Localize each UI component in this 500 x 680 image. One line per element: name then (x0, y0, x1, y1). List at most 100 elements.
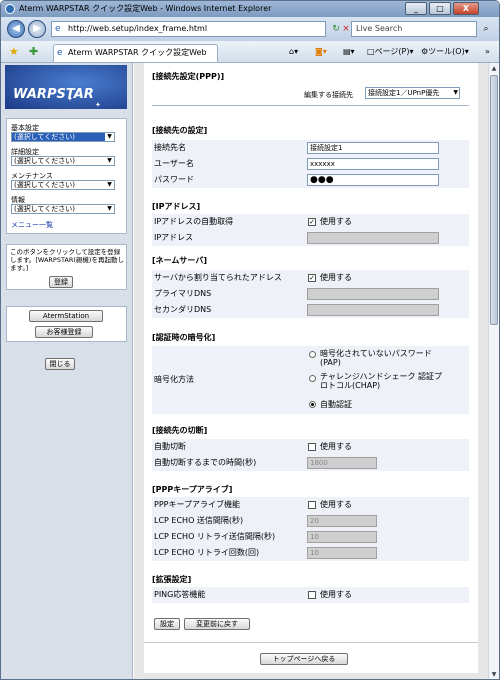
close-window-button[interactable]: X (453, 2, 479, 15)
field-label: 接続先名 (154, 143, 186, 152)
row-primary-dns: プライマリDNS (152, 286, 469, 302)
vertical-scrollbar[interactable]: ▲ ▼ (488, 63, 499, 679)
lcp-retry-count-input[interactable]: 10 (307, 547, 377, 559)
dns-auto-checkbox[interactable]: ✓ (308, 274, 316, 282)
window-title: Aterm WARPSTAR クイック設定Web - Windows Inter… (19, 4, 272, 13)
field-label: LCP ECHO リトライ送信間隔(秒) (154, 532, 276, 541)
menu-box: 基本設定 (選択してください) ▼ 詳細設定 (選択してください) ▼ メンテナンス… (6, 118, 127, 234)
auto-auth-radio[interactable] (309, 401, 316, 408)
menu-select-info[interactable]: (選択してください) ▼ (11, 204, 115, 214)
connection-name-input[interactable]: 接続設定1 (307, 142, 439, 154)
keepalive-checkbox[interactable] (308, 501, 316, 509)
divider (144, 642, 478, 643)
scroll-down-icon[interactable]: ▼ (490, 670, 498, 679)
search-input[interactable]: Live Search (351, 21, 477, 37)
add-favorite-icon[interactable]: ✚ (29, 45, 38, 59)
maximize-button[interactable]: □ (429, 2, 451, 15)
section-title-extended: [拡張設定] (152, 575, 192, 584)
address-field[interactable]: e http://web.setup/index_frame.html (51, 21, 326, 37)
chevron-down-icon: ▼ (105, 205, 114, 213)
menu-select-basic[interactable]: (選択してください) ▼ (11, 132, 115, 142)
aterm-station-button[interactable]: AtermStation (29, 310, 103, 322)
page-icon: e (55, 24, 61, 34)
page-icon: e (57, 48, 63, 58)
field-label: 自動切断するまでの時間(秒) (154, 458, 257, 467)
set-button[interactable]: 設定 (154, 618, 180, 630)
edit-connection-select[interactable]: 接続設定1／UPnP優先 ▼ (365, 87, 460, 99)
url-text: http://web.setup/index_frame.html (68, 24, 208, 33)
field-label: IPアドレス (154, 233, 194, 242)
disconnect-time-input[interactable]: 1800 (307, 457, 377, 469)
secondary-dns-input[interactable] (307, 304, 439, 316)
revert-button[interactable]: 変更前に戻す (184, 618, 250, 630)
home-icon[interactable]: ⌂▾ (289, 45, 298, 59)
tools-menu[interactable]: ⚙ツール(O)▾ (421, 45, 469, 59)
browser-window: Aterm WARPSTAR クイック設定Web - Windows Inter… (0, 0, 500, 680)
chevron-down-icon: ▼ (105, 181, 114, 189)
scroll-thumb[interactable] (490, 75, 498, 325)
register-box: このボタンをクリックして設定を登録します。[WARPSTAR(親機)を再起動しま… (6, 244, 127, 290)
password-input[interactable]: ●●● (307, 174, 439, 186)
row-auth-method: 暗号化方法 暗号化されていないパスワード (PAP) チャレンジハンドシェーク … (152, 346, 469, 414)
register-note: このボタンをクリックして設定を登録します。[WARPSTAR(親機)を再起動しま… (10, 248, 124, 272)
row-lcp-interval: LCP ECHO 送信間隔(秒) 20 (152, 513, 469, 529)
chap-radio[interactable] (309, 375, 316, 382)
chevron-down-icon: ▼ (105, 133, 114, 141)
field-label: サーバから割り当てられたアドレス (154, 273, 282, 282)
field-label: 自動切断 (154, 442, 186, 451)
tab-title: Aterm WARPSTAR クイック設定Web (68, 48, 207, 57)
section-title-disconnect: [接続先の切断] (152, 426, 208, 435)
register-button[interactable]: 登録 (49, 276, 73, 288)
feeds-icon[interactable]: ◙▾ (315, 45, 327, 59)
pap-radio[interactable] (309, 351, 316, 358)
close-page-button[interactable]: 閉じる (45, 358, 75, 370)
row-ip-address: IPアドレス (152, 230, 469, 246)
section-title-ip: [IPアドレス] (152, 202, 201, 211)
back-button[interactable]: ◀ (7, 20, 25, 38)
menu-select-advanced[interactable]: (選択してください) ▼ (11, 156, 115, 166)
minimize-button[interactable]: _ (405, 2, 427, 15)
row-dns-auto: サーバから割り当てられたアドレス ✓ 使用する (152, 270, 469, 286)
select-value: (選択してください) (14, 133, 76, 141)
auto-disconnect-checkbox[interactable] (308, 443, 316, 451)
divider (152, 105, 469, 106)
select-value: (選択してください) (14, 181, 76, 189)
row-ip-auto: IPアドレスの自動取得 ✓ 使用する (152, 214, 469, 230)
search-icon[interactable]: ⌕ (479, 22, 493, 36)
row-auto-disconnect: 自動切断 使用する (152, 439, 469, 455)
ping-checkbox[interactable] (308, 591, 316, 599)
ip-address-input[interactable] (307, 232, 439, 244)
scroll-up-icon[interactable]: ▲ (490, 64, 498, 73)
tab-current[interactable]: e Aterm WARPSTAR クイック設定Web (53, 44, 218, 62)
username-input[interactable]: xxxxxx (307, 158, 439, 170)
checkbox-label: 使用する (320, 273, 352, 282)
lcp-retry-interval-input[interactable]: 10 (307, 531, 377, 543)
primary-dns-input[interactable] (307, 288, 439, 300)
tools-menu-label: ツール(O) (428, 47, 465, 56)
row-lcp-retry-count: LCP ECHO リトライ回数(回) 10 (152, 545, 469, 561)
field-label: プライマリDNS (154, 289, 212, 298)
page-title: [接続先設定(PPP)] (152, 72, 225, 81)
page-menu[interactable]: □ページ(P)▾ (367, 45, 413, 59)
radio-label: 自動認証 (320, 400, 352, 409)
row-disconnect-time: 自動切断するまでの時間(秒) 1800 (152, 455, 469, 471)
page-viewport: ✦ ✦ ✦ ✧ WARPSTAR 基本設定 (選択してください)▼ 詳細設定 (… (1, 63, 488, 679)
settings-panel: [接続先設定(PPP)] 編集する接続先 接続設定1／UPnP優先 ▼ [接続先の… (144, 63, 478, 673)
lcp-interval-input[interactable]: 20 (307, 515, 377, 527)
forward-button[interactable]: ▶ (28, 20, 46, 38)
row-username: ユーザー名 xxxxxx (152, 156, 469, 172)
menu-list-link[interactable]: メニュー一覧 (11, 220, 53, 230)
print-icon[interactable]: ▤▾ (343, 45, 355, 59)
checkbox-label: 使用する (320, 217, 352, 226)
top-page-button[interactable]: トップページへ戻る (260, 653, 348, 665)
select-value: (選択してください) (14, 157, 76, 165)
expand-icon[interactable]: » (485, 45, 490, 59)
field-label: 暗号化方法 (154, 375, 194, 384)
field-label: パスワード (154, 175, 194, 184)
customer-register-button[interactable]: お客様登録 (35, 326, 93, 338)
favorites-star-icon[interactable]: ★ (9, 45, 19, 59)
menu-select-maintenance[interactable]: (選択してください) ▼ (11, 180, 115, 190)
links-box: AtermStation お客様登録 (6, 306, 127, 342)
address-bar-row: ◀ ▶ e http://web.setup/index_frame.html … (1, 17, 499, 41)
ip-auto-checkbox[interactable]: ✓ (308, 218, 316, 226)
